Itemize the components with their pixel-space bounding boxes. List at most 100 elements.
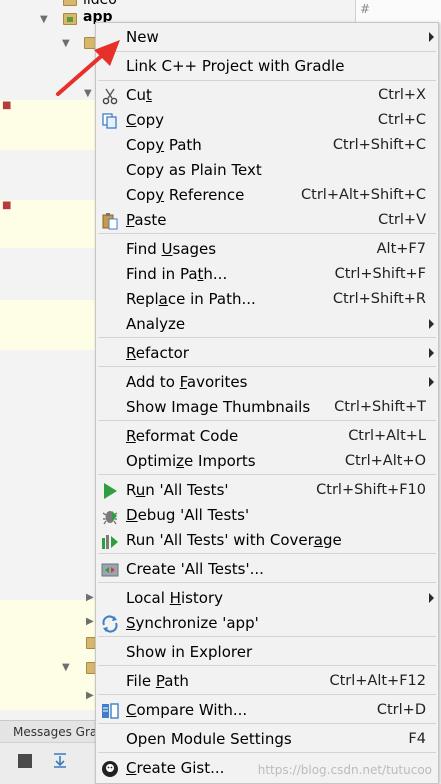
menu-item-label: Analyze bbox=[126, 315, 186, 333]
create-test-icon bbox=[100, 560, 120, 579]
menu-separator bbox=[98, 51, 436, 52]
menu-item-label: Refactor bbox=[126, 344, 189, 362]
menu-item-label: Optimize Imports bbox=[126, 452, 256, 470]
menu-item-copy-path[interactable]: Copy Path Ctrl+Shift+C bbox=[96, 133, 438, 158]
menu-item-shortcut: Ctrl+Shift+F10 bbox=[316, 482, 426, 498]
menu-item-label: Compare With... bbox=[126, 701, 248, 719]
coverage-icon bbox=[100, 531, 120, 550]
tree-expand-arrow[interactable]: ▼ bbox=[40, 14, 48, 25]
editor-comment-mark: # bbox=[360, 2, 371, 16]
menu-item-label: Find in Path... bbox=[126, 265, 228, 283]
menu-item-label: Run 'All Tests' bbox=[126, 481, 229, 499]
menu-item-label: Copy bbox=[126, 111, 165, 129]
menu-separator bbox=[98, 474, 436, 475]
menu-item-file-path[interactable]: File Path Ctrl+Alt+F12 bbox=[96, 669, 438, 694]
menu-item-create-all-tests[interactable]: Create 'All Tests'... bbox=[96, 557, 438, 582]
menu-item-find-in-path[interactable]: Find in Path... Ctrl+Shift+F bbox=[96, 262, 438, 287]
menu-item-shortcut: Ctrl+D bbox=[376, 702, 426, 718]
menu-item-label: Open Module Settings bbox=[126, 730, 292, 748]
menu-item-shortcut: Ctrl+Shift+F bbox=[334, 266, 426, 282]
menu-item-shortcut: Ctrl+Alt+Shift+C bbox=[301, 187, 426, 203]
menu-separator bbox=[98, 694, 436, 695]
menu-item-label: Show in Explorer bbox=[126, 643, 253, 661]
menu-item-cut[interactable]: Cut Ctrl+X bbox=[96, 83, 438, 108]
messages-tab[interactable]: Messages Gra bbox=[0, 720, 95, 742]
scroll-to-end-icon[interactable] bbox=[52, 751, 68, 769]
menu-item-label: New bbox=[126, 28, 159, 46]
menu-item-label: Debug 'All Tests' bbox=[126, 506, 250, 524]
tree-collapse-arrow[interactable]: ▶ bbox=[86, 690, 94, 701]
menu-item-label: Run 'All Tests' with Coverage bbox=[126, 531, 342, 549]
red-annotation-arrow bbox=[56, 40, 120, 96]
menu-separator bbox=[98, 665, 436, 666]
menu-item-label: Copy Path bbox=[126, 136, 202, 154]
menu-separator bbox=[98, 752, 436, 753]
menu-item-label: Create 'All Tests'... bbox=[126, 560, 264, 578]
menu-item-run-all-tests[interactable]: Run 'All Tests' Ctrl+Shift+F10 bbox=[96, 478, 438, 503]
tree-highlight-stripe bbox=[0, 300, 95, 350]
menu-item-label: Reformat Code bbox=[126, 427, 239, 445]
menu-item-run-all-tests-with-coverage[interactable]: Run 'All Tests' with Coverage bbox=[96, 528, 438, 553]
menu-item-show-in-explorer[interactable]: Show in Explorer bbox=[96, 640, 438, 665]
menu-item-reformat-code[interactable]: Reformat Code Ctrl+Alt+L bbox=[96, 424, 438, 449]
menu-item-shortcut: Ctrl+C bbox=[377, 112, 426, 128]
menu-item-label: Copy Reference bbox=[126, 186, 245, 204]
bottom-toolbar bbox=[0, 742, 95, 784]
menu-item-find-usages[interactable]: Find Usages Alt+F7 bbox=[96, 237, 438, 262]
menu-item-label: Show Image Thumbnails bbox=[126, 398, 311, 416]
menu-item-copy-as-plain-text[interactable]: Copy as Plain Text bbox=[96, 158, 438, 183]
debug-icon bbox=[100, 506, 120, 525]
menu-separator bbox=[98, 582, 436, 583]
menu-item-show-image-thumbnails[interactable]: Show Image Thumbnails Ctrl+Shift+T bbox=[96, 395, 438, 420]
menu-item-analyze[interactable]: Analyze bbox=[96, 312, 438, 337]
menu-item-label: Paste bbox=[126, 211, 167, 229]
menu-item-debug-all-tests[interactable]: Debug 'All Tests' bbox=[96, 503, 438, 528]
menu-item-shortcut: F4 bbox=[408, 731, 426, 747]
menu-separator bbox=[98, 233, 436, 234]
menu-item-shortcut: Ctrl+Shift+R bbox=[332, 291, 426, 307]
stop-icon[interactable] bbox=[18, 754, 32, 768]
error-marker: ■ bbox=[2, 200, 12, 211]
menu-item-open-module-settings[interactable]: Open Module Settings F4 bbox=[96, 727, 438, 752]
menu-item-synchronize-app[interactable]: Synchronize 'app' bbox=[96, 611, 438, 636]
submenu-arrow-icon bbox=[429, 593, 434, 603]
menu-item-local-history[interactable]: Local History bbox=[96, 586, 438, 611]
tree-expand-arrow[interactable]: ▼ bbox=[62, 662, 70, 673]
tree-highlight-stripe bbox=[0, 600, 95, 710]
paste-icon bbox=[100, 211, 120, 230]
menu-item-shortcut: Ctrl+Shift+C bbox=[332, 137, 426, 153]
tree-highlight-stripe bbox=[0, 100, 95, 150]
menu-item-copy[interactable]: Copy Ctrl+C bbox=[96, 108, 438, 133]
tree-highlight-stripe bbox=[0, 200, 95, 248]
compare-icon bbox=[100, 701, 120, 720]
menu-item-new[interactable]: New bbox=[96, 25, 438, 50]
menu-item-label: Copy as Plain Text bbox=[126, 161, 262, 179]
tree-item-top[interactable]: lideo bbox=[83, 0, 117, 8]
submenu-arrow-icon bbox=[429, 348, 434, 358]
menu-item-add-to-favorites[interactable]: Add to Favorites bbox=[96, 370, 438, 395]
menu-item-compare-with[interactable]: Compare With... Ctrl+D bbox=[96, 698, 438, 723]
menu-item-label: Create Gist... bbox=[126, 759, 225, 777]
menu-item-label: Add to Favorites bbox=[126, 373, 248, 391]
menu-item-optimize-imports[interactable]: Optimize Imports Ctrl+Alt+O bbox=[96, 449, 438, 474]
menu-item-shortcut: Alt+F7 bbox=[376, 241, 426, 257]
menu-item-refactor[interactable]: Refactor bbox=[96, 341, 438, 366]
run-icon bbox=[100, 481, 120, 500]
menu-separator bbox=[98, 723, 436, 724]
module-folder-icon bbox=[63, 13, 77, 25]
menu-item-replace-in-path[interactable]: Replace in Path... Ctrl+Shift+R bbox=[96, 287, 438, 312]
menu-item-copy-reference[interactable]: Copy Reference Ctrl+Alt+Shift+C bbox=[96, 183, 438, 208]
tree-collapse-arrow[interactable]: ▶ bbox=[86, 616, 94, 627]
menu-item-label: Link C++ Project with Gradle bbox=[126, 57, 345, 75]
menu-item-label: Find Usages bbox=[126, 240, 217, 258]
menu-item-paste[interactable]: Paste Ctrl+V bbox=[96, 208, 438, 233]
tree-collapse-arrow[interactable]: ▶ bbox=[86, 592, 94, 603]
submenu-arrow-icon bbox=[429, 32, 434, 42]
menu-item-link-c-project-with-gradle[interactable]: Link C++ Project with Gradle bbox=[96, 54, 438, 79]
watermark-text: https://blog.csdn.net/tutucoo bbox=[257, 763, 432, 777]
folder-icon bbox=[63, 0, 77, 6]
menu-item-shortcut: Ctrl+Shift+T bbox=[334, 399, 426, 415]
github-icon bbox=[100, 759, 120, 778]
menu-separator bbox=[98, 366, 436, 367]
menu-separator bbox=[98, 80, 436, 81]
